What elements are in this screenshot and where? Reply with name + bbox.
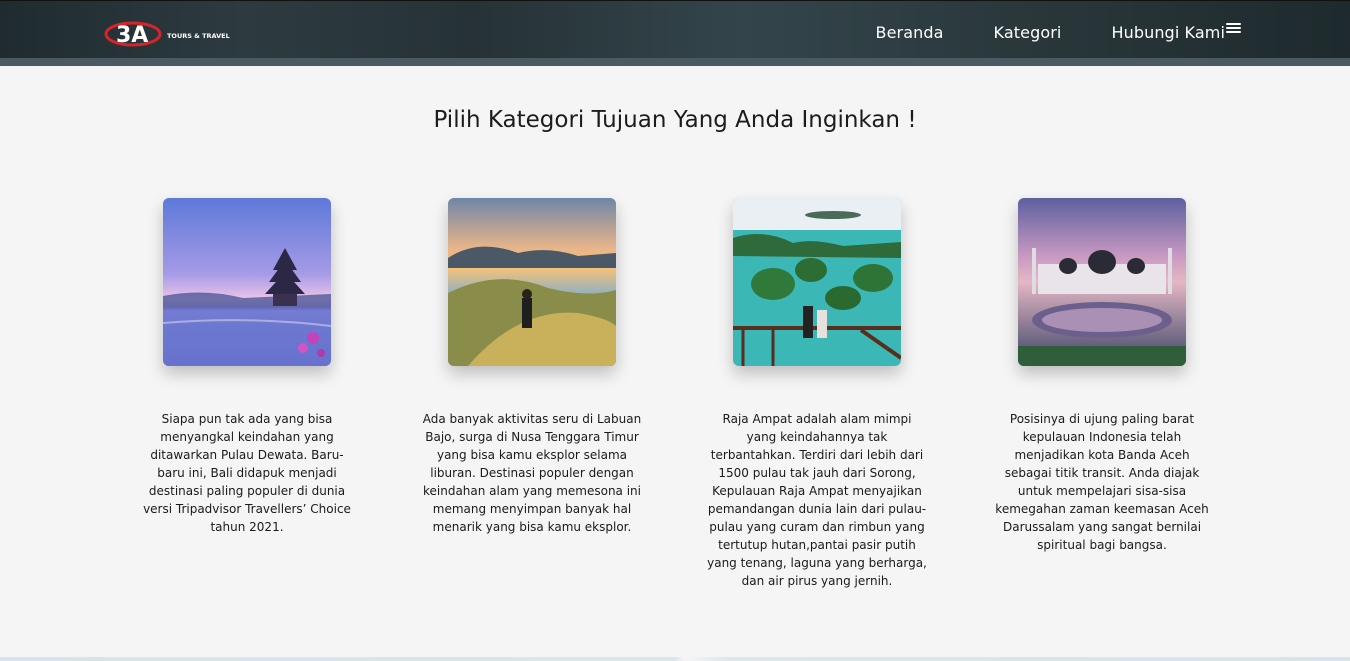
banda-aceh-mosque-image[interactable] bbox=[1018, 198, 1186, 366]
hamburger-menu-icon[interactable] bbox=[1226, 22, 1241, 35]
nav-hubungi-kami[interactable]: Hubungi Kami bbox=[1111, 23, 1225, 42]
category-description: Raja Ampat adalah alam mimpi yang keinda… bbox=[707, 412, 927, 588]
category-card-banda-aceh[interactable]: Posisinya di ujung paling barat kepulaua… bbox=[982, 198, 1222, 554]
category-card-bali[interactable]: Siapa pun tak ada yang bisa menyangkal k… bbox=[127, 198, 367, 536]
category-card-labuan-bajo[interactable]: Ada banyak aktivitas seru di Labuan Bajo… bbox=[412, 198, 652, 536]
raja-ampat-image[interactable] bbox=[733, 198, 901, 366]
labuan-bajo-image[interactable] bbox=[448, 198, 616, 366]
bali-temple-image[interactable] bbox=[163, 198, 331, 366]
category-description: Posisinya di ujung paling barat kepulaua… bbox=[995, 412, 1209, 552]
brand-logo[interactable]: 3A TOURS & TRAVEL bbox=[104, 19, 234, 49]
nav-beranda[interactable]: Beranda bbox=[876, 23, 944, 42]
category-description: Ada banyak aktivitas seru di Labuan Bajo… bbox=[422, 412, 642, 534]
category-description: Siapa pun tak ada yang bisa menyangkal k… bbox=[143, 412, 351, 534]
nav-kategori[interactable]: Kategori bbox=[994, 23, 1062, 42]
page-title: Pilih Kategori Tujuan Yang Anda Inginkan… bbox=[433, 107, 917, 133]
navbar: 3A TOURS & TRAVEL Beranda Kategori Hubun… bbox=[0, 0, 1350, 66]
section-divider bbox=[0, 657, 1350, 661]
svg-text:TOURS & TRAVEL: TOURS & TRAVEL bbox=[167, 32, 230, 40]
logo-icon: 3A TOURS & TRAVEL bbox=[104, 21, 230, 48]
category-card-raja-ampat[interactable]: Raja Ampat adalah alam mimpi yang keinda… bbox=[697, 198, 937, 590]
main-nav: Beranda Kategori Hubungi Kami bbox=[876, 22, 1241, 42]
svg-text:3A: 3A bbox=[116, 23, 148, 48]
